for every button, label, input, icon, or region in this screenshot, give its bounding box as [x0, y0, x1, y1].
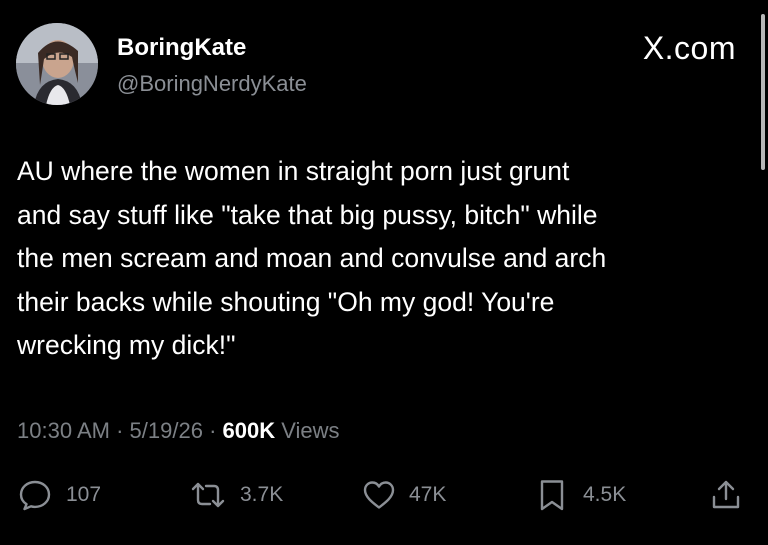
action-bar: 107 3.7K 47K 4.5K [0, 475, 768, 515]
reply-icon [18, 478, 52, 512]
tweet-text: AU where the women in straight porn just… [17, 150, 737, 368]
views-label: Views [281, 418, 340, 443]
bookmark-count: 4.5K [583, 483, 627, 506]
user-handle[interactable]: @BoringNerdyKate [117, 70, 307, 98]
scrollbar[interactable] [761, 14, 765, 170]
tweet-text-line: and say stuff like "take that big pussy,… [17, 199, 598, 230]
like-icon [361, 478, 397, 512]
share-button[interactable] [709, 475, 743, 515]
like-button[interactable]: 47K [361, 475, 446, 515]
author-info: BoringKate @BoringNerdyKate [117, 34, 307, 98]
views-count: 600K [222, 418, 276, 443]
share-icon [709, 478, 743, 512]
brand-watermark: X.com [642, 30, 736, 66]
repost-icon [188, 478, 228, 512]
tweet-meta: 10:30 AM · 5/19/26 · 600K Views [17, 418, 340, 444]
tweet-text-line: AU where the women in straight porn just… [17, 156, 570, 186]
avatar-image [16, 23, 98, 105]
bookmark-button[interactable]: 4.5K [537, 475, 626, 515]
meta-separator: · [116, 418, 124, 443]
avatar[interactable] [16, 23, 98, 105]
meta-separator: · [209, 418, 217, 443]
tweet-date[interactable]: 5/19/26 [130, 418, 203, 443]
reply-button[interactable]: 107 [18, 475, 101, 515]
repost-button[interactable]: 3.7K [188, 475, 283, 515]
tweet-text-line: their backs while shouting "Oh my god! Y… [17, 286, 555, 317]
like-count: 47K [409, 483, 447, 506]
repost-count: 3.7K [240, 483, 284, 506]
tweet-time[interactable]: 10:30 AM [17, 418, 110, 443]
display-name[interactable]: BoringKate [117, 34, 307, 62]
bookmark-icon [537, 478, 567, 512]
tweet-text-line: wrecking my dick!" [17, 330, 236, 360]
tweet-text-line: the men scream and moan and convulse and… [17, 243, 607, 273]
reply-count: 107 [66, 483, 102, 506]
